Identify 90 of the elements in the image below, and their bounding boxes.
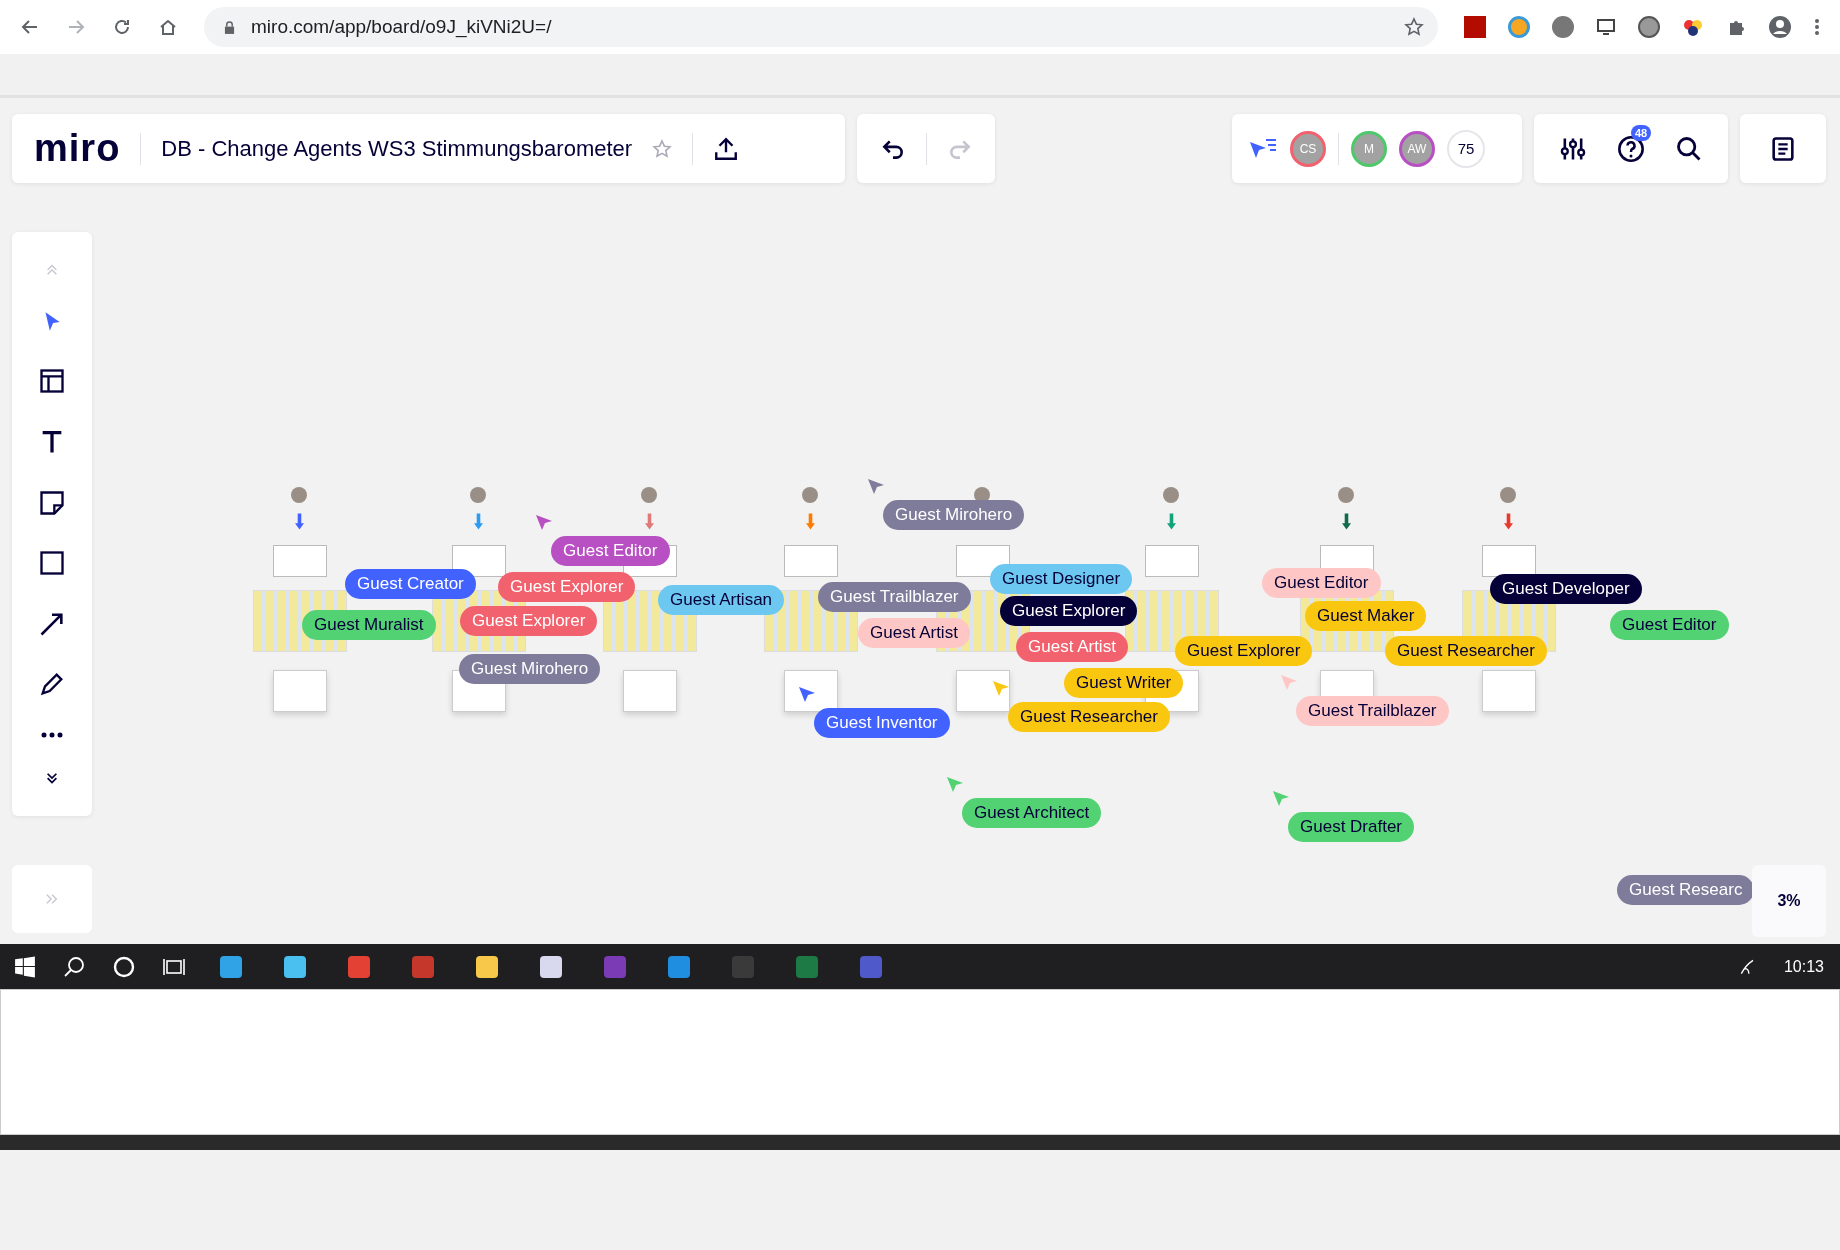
frame-thumbnail bbox=[273, 545, 327, 577]
down-arrow-icon bbox=[295, 513, 304, 530]
cursor-name-label: Guest Creator bbox=[345, 569, 476, 599]
notes-icon[interactable] bbox=[1769, 134, 1797, 163]
logo[interactable]: miro bbox=[34, 127, 121, 170]
chart-thumbnail bbox=[1482, 670, 1536, 712]
cursor-name-label: Guest Trailblazer bbox=[818, 582, 971, 612]
cursor-name-label: Guest Researcher bbox=[1008, 702, 1170, 732]
cursor-icon bbox=[867, 478, 885, 496]
cursor-name-label: Guest Inventor bbox=[814, 708, 950, 738]
down-arrow-icon bbox=[806, 513, 815, 530]
cursor-name-label: Guest Explorer bbox=[1175, 636, 1313, 666]
reload-icon[interactable] bbox=[112, 17, 132, 37]
cursor-icon bbox=[1272, 790, 1290, 808]
notification-badge: 48 bbox=[1631, 124, 1652, 141]
cursor-name-label: Guest Researcher bbox=[1385, 636, 1547, 666]
monitor-extension-icon[interactable] bbox=[1596, 17, 1616, 37]
cursor-name-label: Guest Editor bbox=[1262, 568, 1381, 598]
cursor-name-label: Guest Editor bbox=[1610, 610, 1729, 640]
down-arrow-icon bbox=[1167, 513, 1176, 530]
cursor-icon bbox=[946, 776, 964, 794]
chart-thumbnail bbox=[623, 670, 677, 712]
chevron-down-icon[interactable] bbox=[45, 771, 59, 786]
cursor-name-label: Guest Trailblazer bbox=[1296, 696, 1449, 726]
chart-thumbnail bbox=[784, 670, 838, 712]
collaborator-count[interactable]: 75 bbox=[1447, 129, 1485, 168]
cursor-name-label: Guest Researc bbox=[1617, 875, 1755, 905]
windows-start-icon[interactable] bbox=[14, 955, 36, 978]
frame-thumbnail bbox=[784, 545, 838, 577]
profile-icon[interactable] bbox=[1768, 15, 1792, 39]
cursor-name-label: Guest Developer bbox=[1490, 574, 1642, 604]
avatar-placeholder bbox=[1500, 487, 1516, 503]
avatar-placeholder bbox=[1338, 487, 1354, 503]
star-icon[interactable] bbox=[652, 138, 673, 159]
cursor-name-label: Guest Architect bbox=[962, 798, 1102, 828]
upload-icon[interactable] bbox=[713, 135, 740, 162]
avatar-placeholder bbox=[802, 487, 818, 503]
cursor-name-label: Guest Explorer bbox=[460, 606, 598, 636]
sticky-note-icon[interactable] bbox=[38, 488, 66, 517]
chart-thumbnail bbox=[273, 670, 327, 712]
down-arrow-icon bbox=[1342, 513, 1351, 530]
menu-icon[interactable] bbox=[1814, 17, 1820, 37]
balls-extension-icon[interactable] bbox=[1682, 17, 1704, 37]
cursor-name-label: Guest Writer bbox=[1064, 668, 1184, 698]
home-icon[interactable] bbox=[158, 17, 178, 37]
cursor-name-label: Guest Explorer bbox=[1000, 596, 1138, 626]
avatar-placeholder bbox=[641, 487, 657, 503]
cursor-icon bbox=[798, 686, 816, 704]
taskbar-app-icon[interactable] bbox=[540, 955, 562, 978]
frame-icon[interactable] bbox=[38, 367, 66, 396]
cursor-name-label: Guest Editor bbox=[551, 536, 670, 566]
search-icon[interactable] bbox=[62, 954, 86, 979]
cursor-name-label: Guest Artist bbox=[858, 618, 970, 648]
taskbar-app-icon[interactable] bbox=[284, 955, 306, 978]
cursor-name-label: Guest Drafter bbox=[1288, 812, 1415, 842]
down-arrow-icon bbox=[474, 513, 483, 530]
double-chevron-right-icon bbox=[45, 892, 59, 906]
cursor-name-label: Guest Artisan bbox=[658, 585, 785, 615]
cursor-icon bbox=[992, 680, 1010, 698]
bookmark-star-icon[interactable] bbox=[1404, 17, 1424, 37]
cursor-icon bbox=[535, 514, 553, 532]
clock-time: 10:13 bbox=[1783, 957, 1824, 976]
avatar-placeholder bbox=[470, 487, 486, 503]
cursor-name-label: Guest Explorer bbox=[498, 572, 636, 602]
frame-thumbnail bbox=[1482, 545, 1536, 577]
cortana-circle-icon[interactable] bbox=[112, 954, 136, 979]
frame-thumbnail bbox=[452, 545, 506, 577]
taskbar-app-icon[interactable] bbox=[476, 955, 498, 978]
avatar-placeholder bbox=[1163, 487, 1179, 503]
cursor-name-label: Guest Maker bbox=[1305, 601, 1427, 631]
search-icon[interactable] bbox=[1675, 134, 1703, 163]
cursor-name-label: Guest Muralist bbox=[302, 610, 436, 640]
cursor-name-label: Guest Designer bbox=[990, 564, 1133, 594]
square-icon[interactable] bbox=[38, 549, 66, 578]
more-icon[interactable] bbox=[39, 731, 65, 740]
down-arrow-icon bbox=[645, 513, 654, 530]
down-arrow-icon bbox=[1504, 513, 1513, 530]
address-bar[interactable]: miro.com/app/board/o9J_kiVNi2U=/ bbox=[204, 7, 1438, 47]
zoom-level[interactable]: 3% bbox=[1752, 865, 1826, 937]
lock-icon bbox=[224, 20, 235, 34]
taskbar-app-icon[interactable] bbox=[220, 955, 242, 978]
cursor-name-label: Guest Artist bbox=[1016, 632, 1128, 662]
board-title[interactable]: DB - Change Agents WS3 Stimmungsbarometer bbox=[161, 135, 633, 162]
cursor-name-label: Guest Mirohero bbox=[459, 654, 601, 684]
cursor-icon bbox=[1280, 674, 1298, 692]
chart-thumbnail bbox=[956, 670, 1010, 712]
avatar-placeholder bbox=[291, 487, 307, 503]
sphere-extension-icon[interactable] bbox=[1552, 16, 1574, 38]
cursor-name-label: Guest Mirohero bbox=[883, 500, 1025, 530]
frame-thumbnail bbox=[1145, 545, 1199, 577]
